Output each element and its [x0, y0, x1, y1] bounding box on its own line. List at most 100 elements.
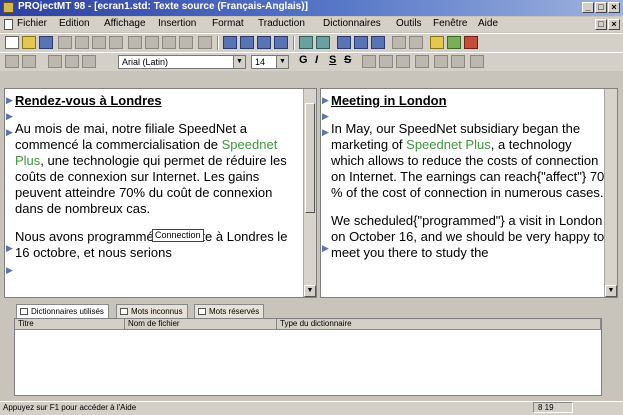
redo-icon[interactable] — [179, 36, 193, 49]
menu-traduction[interactable]: Traduction — [258, 18, 305, 29]
source-text-pane[interactable]: ▶ ▶ ▶ ▶ ▶ Rendez-vous à Londres Au mois … — [4, 88, 317, 298]
tab-mots-reserves[interactable]: Mots réservés — [194, 304, 265, 318]
source-text: Rendez-vous à Londres Au mois de mai, no… — [15, 93, 301, 273]
underline-button[interactable]: S — [329, 54, 336, 66]
paragraph-marker-icon: ▶ — [6, 265, 13, 275]
list-icon[interactable] — [48, 55, 62, 68]
tools-icon[interactable] — [65, 55, 79, 68]
outdent-icon[interactable] — [434, 55, 448, 68]
settings-icon[interactable] — [392, 36, 406, 49]
menu-aide[interactable]: Aide — [478, 18, 498, 29]
standard-toolbar — [0, 33, 623, 52]
single-view-icon[interactable] — [274, 36, 288, 49]
translate-icon[interactable] — [223, 36, 237, 49]
target-title: Meeting in London — [331, 93, 447, 108]
target-text-pane[interactable]: ▶ ▶ ▶ ▶ Meeting in London In May, our Sp… — [320, 88, 618, 298]
menu-fichier[interactable]: Fichier — [17, 18, 47, 29]
save-icon[interactable] — [39, 36, 53, 49]
font-size-select[interactable]: 14 ▼ — [251, 55, 289, 69]
stop-icon[interactable] — [464, 36, 478, 49]
help-icon[interactable] — [409, 36, 423, 49]
chevron-down-icon[interactable]: ▼ — [233, 56, 245, 68]
spellcheck-icon[interactable] — [75, 36, 89, 49]
font-select[interactable]: Arial (Latin) ▼ — [118, 55, 246, 69]
split-view-icon[interactable] — [257, 36, 271, 49]
new-icon[interactable] — [5, 36, 19, 49]
columns-icon[interactable] — [371, 36, 385, 49]
align-right-icon[interactable] — [396, 55, 410, 68]
find-icon[interactable] — [128, 36, 142, 49]
chevron-down-icon[interactable]: ▼ — [276, 56, 288, 68]
replace-icon[interactable] — [145, 36, 159, 49]
app-icon[interactable] — [3, 2, 14, 13]
undo-icon[interactable] — [162, 36, 176, 49]
paragraph-marker-icon: ▶ — [322, 95, 329, 105]
align-center-icon[interactable] — [379, 55, 393, 68]
paste-icon[interactable] — [198, 36, 212, 49]
menu-affichage[interactable]: Affichage — [104, 18, 146, 29]
target-text: Meeting in London In May, our SpeedNet s… — [331, 93, 605, 273]
context-help-icon[interactable] — [82, 55, 96, 68]
column-header-type[interactable]: Type du dictionnaire — [277, 319, 601, 330]
doc-restore-button[interactable]: □ — [595, 19, 607, 30]
font-size-value: 14 — [255, 57, 266, 67]
lookup-icon[interactable] — [316, 36, 330, 49]
target-scrollbar[interactable]: ▼ — [604, 89, 617, 297]
increase-indent-icon[interactable] — [451, 55, 465, 68]
reserved-words-icon — [198, 308, 206, 315]
cut-icon[interactable] — [92, 36, 106, 49]
open-icon[interactable] — [22, 36, 36, 49]
grid-icon[interactable] — [337, 36, 351, 49]
tab-mots-inconnus[interactable]: Mots inconnus — [116, 304, 188, 318]
status-bar: Appuyez sur F1 pour accéder à l'Aide 8 1… — [0, 401, 623, 415]
paragraph-marker-icon: ▶ — [6, 127, 13, 137]
dictionary-icon[interactable] — [299, 36, 313, 49]
paragraph-marker-icon: ▶ — [322, 111, 329, 121]
scroll-down-icon[interactable]: ▼ — [304, 285, 316, 297]
status-message: Appuyez sur F1 pour accéder à l'Aide — [3, 403, 137, 412]
menu-dictionnaires[interactable]: Dictionnaires — [323, 18, 381, 29]
tab-icon[interactable] — [470, 55, 484, 68]
bullets-icon[interactable] — [415, 55, 429, 68]
source-scrollbar[interactable]: ▼ — [303, 89, 316, 297]
menu-outils[interactable]: Outils — [396, 18, 422, 29]
tab-label: Mots inconnus — [131, 307, 183, 316]
indent-icon[interactable] — [22, 55, 36, 68]
table-icon[interactable] — [354, 36, 368, 49]
maximize-button[interactable]: □ — [595, 2, 607, 13]
italic-button[interactable]: I — [315, 54, 318, 66]
print-icon[interactable] — [58, 36, 72, 49]
paragraph-marker-icon: ▶ — [6, 243, 13, 253]
tab-dictionnaires-utilises[interactable]: Dictionnaires utilisés — [16, 304, 109, 318]
text-run: Au mois de mai, notre filiale SpeedNet a… — [15, 121, 247, 152]
scrollbar-thumb[interactable] — [305, 103, 315, 213]
copy-icon[interactable] — [109, 36, 123, 49]
bold-button[interactable]: G — [299, 54, 308, 66]
strikethrough-button[interactable]: S — [344, 54, 351, 66]
font-name: Arial (Latin) — [122, 57, 169, 67]
target-paragraph-2: We scheduled{"programmed"} a visit in Lo… — [331, 213, 605, 260]
paragraph-marker-icon: ▶ — [6, 95, 13, 105]
tab-label: Mots réservés — [209, 307, 260, 316]
menu-insertion[interactable]: Insertion — [158, 18, 196, 29]
minimize-button[interactable]: _ — [582, 2, 594, 13]
document-icon[interactable] — [4, 19, 13, 30]
glossary-icon[interactable] — [447, 36, 461, 49]
menu-edition[interactable]: Edition — [59, 18, 90, 29]
options-icon[interactable] — [430, 36, 444, 49]
unknown-words-icon — [120, 308, 128, 315]
window-title: PROjectMT 98 - [ecran1.std: Texte source… — [18, 1, 308, 12]
doc-close-button[interactable]: × — [608, 19, 620, 30]
column-header-nom-fichier[interactable]: Nom de fichier — [125, 319, 277, 330]
tab-label: Dictionnaires utilisés — [31, 307, 104, 316]
align-left-icon[interactable] — [362, 55, 376, 68]
source-paragraph-1: Au mois de mai, notre filiale SpeedNet a… — [15, 121, 301, 217]
layout-icon[interactable] — [240, 36, 254, 49]
column-header-titre[interactable]: Titre — [15, 319, 125, 330]
scroll-down-icon[interactable]: ▼ — [605, 285, 617, 297]
style-icon[interactable] — [5, 55, 19, 68]
menu-format[interactable]: Format — [212, 18, 244, 29]
close-button[interactable]: × — [608, 2, 620, 13]
menu-fenetre[interactable]: Fenêtre — [433, 18, 467, 29]
dictionary-list[interactable]: Titre Nom de fichier Type du dictionnair… — [14, 318, 602, 396]
